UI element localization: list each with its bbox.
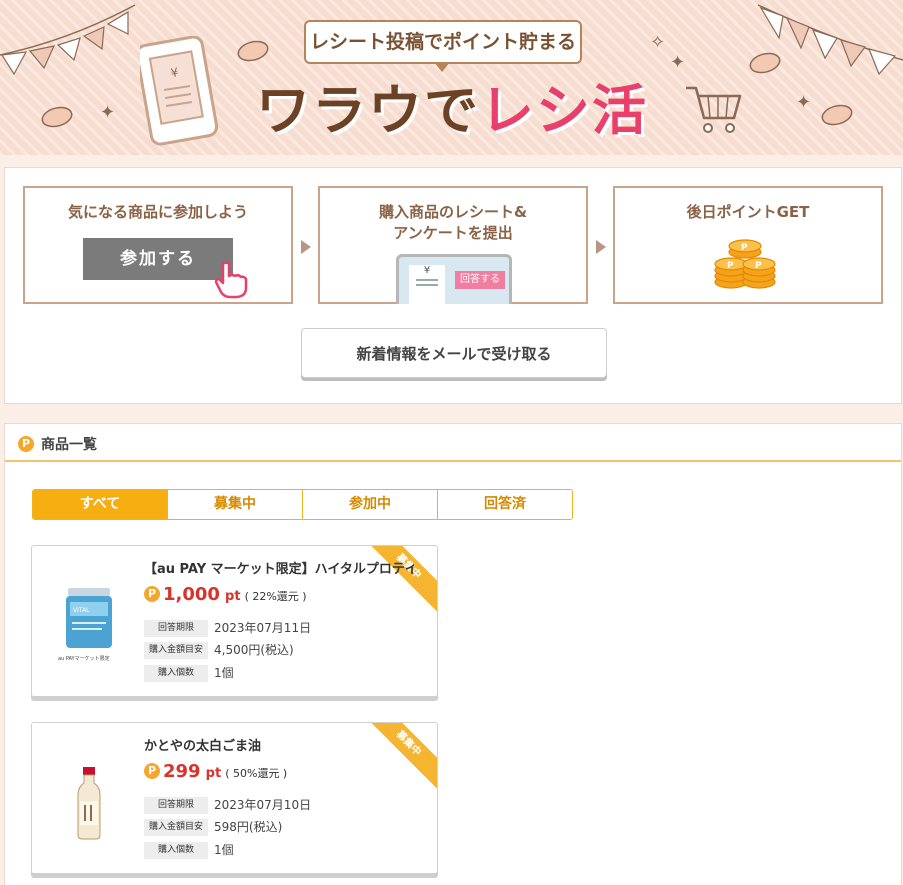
tab-participating[interactable]: 参加中 [303,490,438,519]
info-label: 購入個数 [144,842,208,859]
step-arrow-icon [301,240,311,254]
points-value: 1,000 [163,584,220,605]
step-text: 気になる商品に参加しよう [67,203,248,221]
status-ribbon: 募集中 [361,546,437,614]
product-title: 【au PAY マーケット限定】ハイタルプロテイン [144,562,414,577]
tab-all[interactable]: すべて [33,490,168,519]
info-label: 回答期限 [144,620,208,637]
point-coins-icon: P P P [714,239,776,289]
points-row: P 1,000 pt( 22%還元 ) [144,584,307,605]
points-value: 299 [163,761,201,782]
product-card[interactable]: 募集中 VITAL au PAYマーケット限定 【au PAY マーケット限定】… [31,545,438,697]
info-value: 1個 [214,666,234,680]
subscribe-email-button[interactable]: 新着情報をメールで受け取る [301,328,607,378]
info-value: 1個 [214,843,234,857]
banner-title-part2: レシ活 [480,79,648,142]
bunting-left-decoration [0,4,136,76]
step-text: 購入商品のレシート& アンケートを提出 [378,203,528,242]
info-label: 購入金額目安 [144,642,208,659]
point-badge-icon: P [144,763,160,779]
info-label: 購入金額目安 [144,819,208,836]
banner-title-part1: ワラウで [256,79,480,142]
sparkle-icon: ✦ [100,102,116,123]
join-demo-button: 参加する [83,238,233,280]
sparkle-icon: ✦ [670,52,686,73]
filter-tabs: すべて 募集中 参加中 回答済 [32,489,573,520]
points-unit: pt [225,589,241,604]
product-thumbnail [77,767,101,840]
info-label: 購入個数 [144,665,208,682]
pointing-hand-icon [214,261,248,299]
info-value: 4,500円(税込) [214,643,294,657]
step-text: 後日ポイントGET [686,203,810,221]
phone-receipt-illustration: ¥ [140,36,219,146]
product-list-title: 商品一覧 [41,437,97,453]
sparkle-icon: ✦ [796,92,812,113]
banner-tagline: レシート投稿でポイント貯まる [304,20,582,72]
svg-text:VITAL: VITAL [73,607,90,614]
step-join: 気になる商品に参加しよう 参加する [23,186,293,304]
point-badge-icon: P [18,436,34,452]
info-value: 598円(税込) [214,820,283,834]
coin-icon [749,52,781,74]
coin-icon [41,106,73,128]
tablet-illustration: ¥ 回答する [396,254,512,307]
tab-recruiting[interactable]: 募集中 [168,490,303,519]
step-submit: 購入商品のレシート& アンケートを提出 ¥ 回答する [318,186,588,307]
points-unit: pt [205,766,222,781]
how-it-works-panel: 気になる商品に参加しよう 参加する 購入商品のレシート& アンケートを提出 ¥ … [4,167,902,404]
point-badge-icon: P [144,586,160,602]
sparkle-icon: ✧ [650,32,666,53]
answer-demo-button: 回答する [455,271,505,289]
coin-icon [237,40,269,62]
receipt-illustration: ¥ [409,265,445,307]
banner-title: ワラウでレシ活 [256,76,648,146]
step-arrow-icon [596,240,606,254]
return-rate: ( 50%還元 ) [225,767,288,780]
svg-text:P: P [741,243,748,253]
svg-text:P: P [727,261,734,271]
product-list-panel: P 商品一覧 すべて 募集中 参加中 回答済 募集中 VITAL au PAYマ… [4,423,902,885]
campaign-banner: ¥ ✦ ✧ ✦ ✦ レシート投稿でポイント貯まる ワラウでレシ活 [0,0,903,155]
info-value: 2023年07月10日 [214,798,312,812]
yen-icon: ¥ [423,265,431,276]
product-card[interactable]: 募集中 かとやの太白ごま油 P 299 pt( 50%還元 ) 回答期限 2023… [31,722,438,874]
return-rate: ( 22%還元 ) [244,590,307,603]
info-value: 2023年07月11日 [214,621,312,635]
tab-answered[interactable]: 回答済 [438,490,572,519]
product-list-header: P 商品一覧 [5,424,901,462]
info-label: 回答期限 [144,797,208,814]
product-thumbnail: VITAL au PAYマーケット限定 [58,588,112,662]
step-get-points: 後日ポイントGET P P P [613,186,883,304]
coin-icon [821,104,853,126]
svg-text:P: P [755,261,762,271]
product-title: かとやの太白ごま油 [144,739,262,754]
thumb-caption: au PAYマーケット限定 [58,655,110,662]
points-row: P 299 pt( 50%還元 ) [144,761,287,782]
status-ribbon: 募集中 [361,723,437,791]
shopping-cart-icon [686,86,742,133]
